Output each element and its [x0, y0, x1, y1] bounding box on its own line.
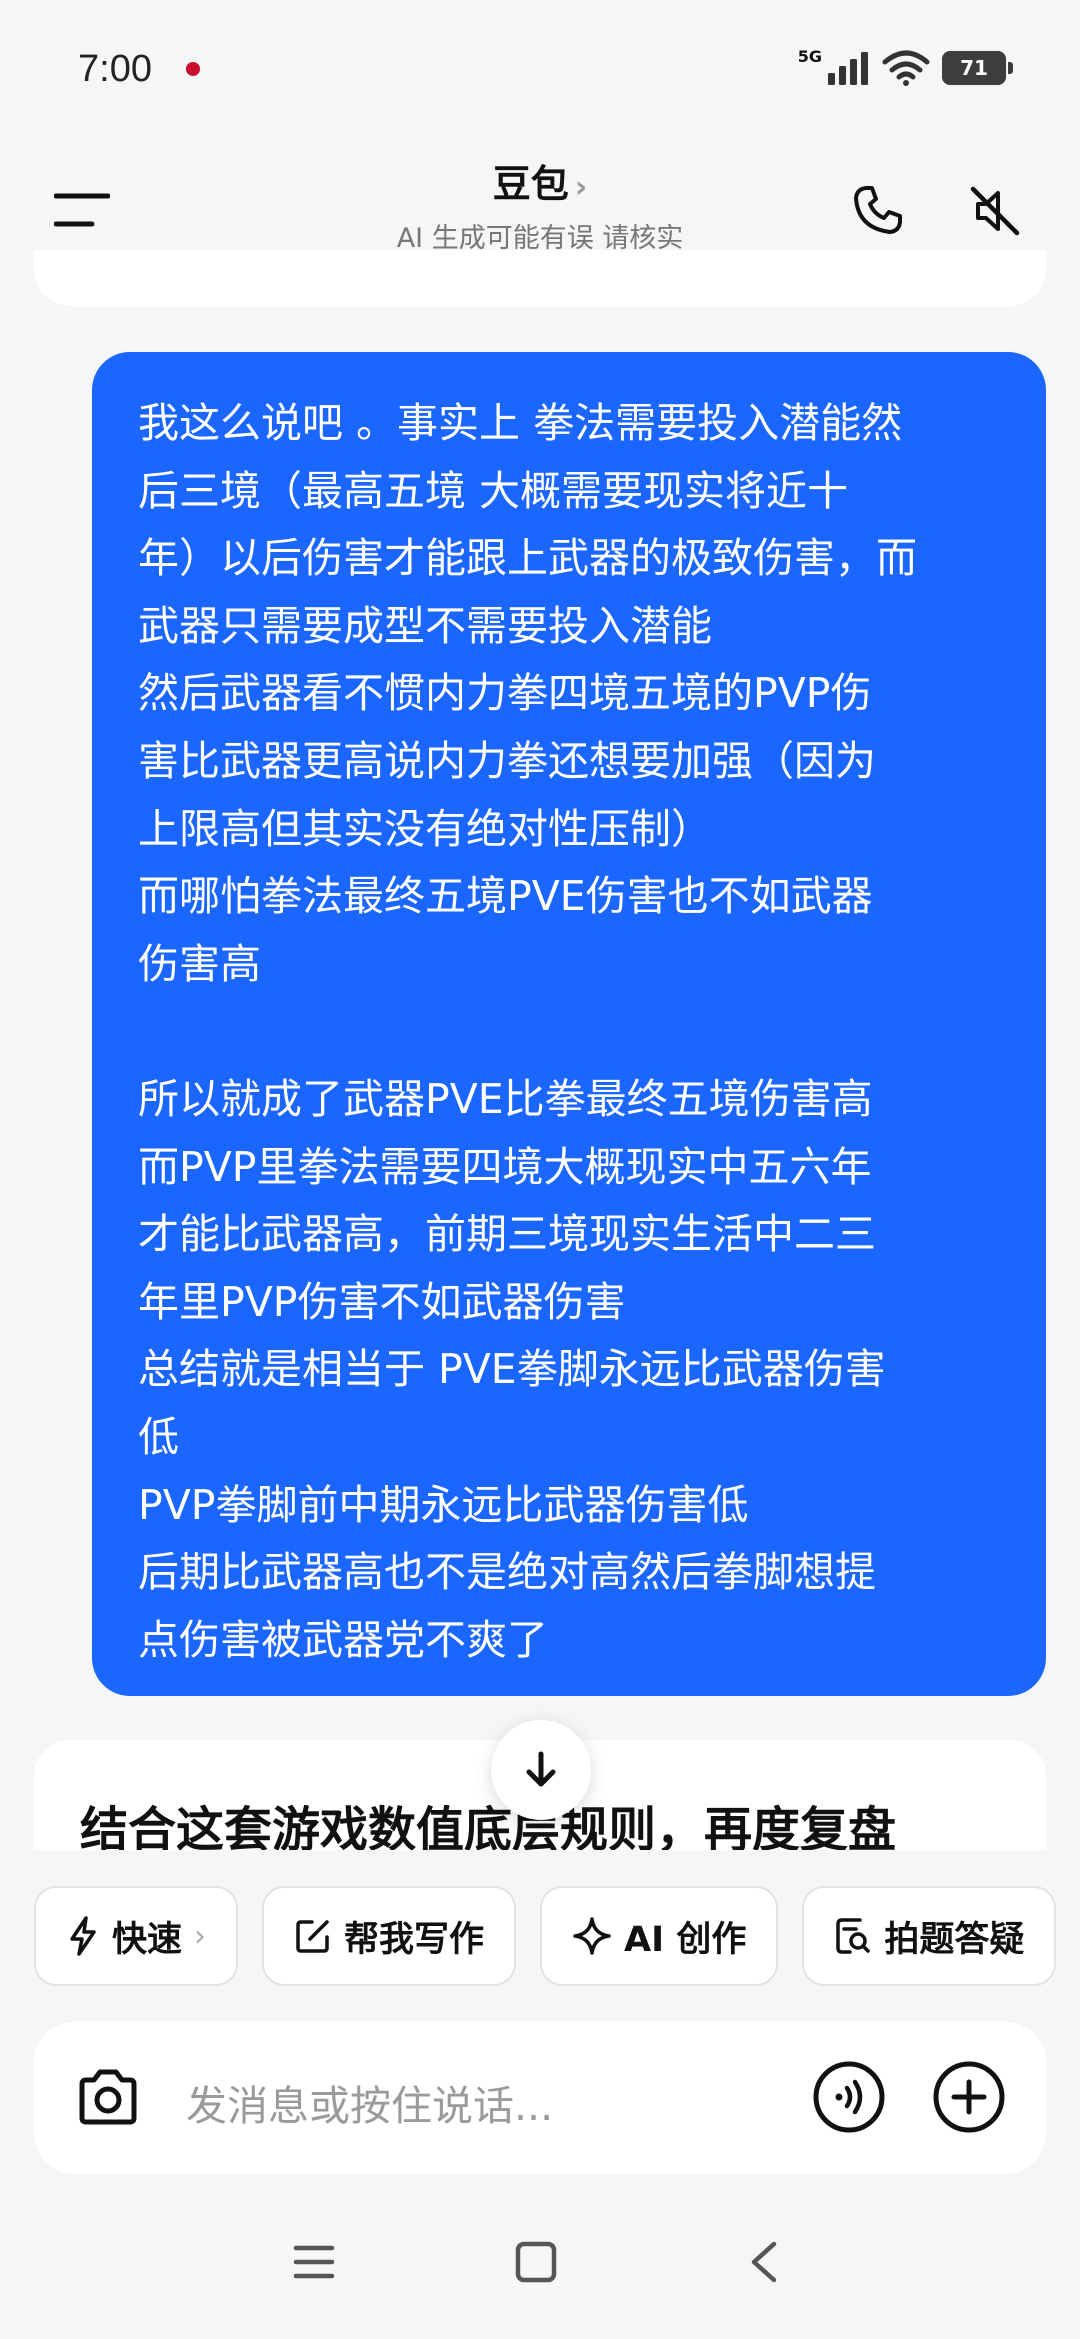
- message-line: 后期比武器高也不是绝对高然后拳脚想提: [138, 1548, 876, 1597]
- chip-quick[interactable]: 快速 ›: [34, 1886, 239, 1986]
- user-message-bubble[interactable]: 我这么说吧 。事实上 拳法需要投入潜能然 后三境（最高五境 大概需要现实将近十 …: [92, 352, 1046, 1696]
- network-type: 5G: [797, 46, 822, 66]
- edit-icon: [296, 1920, 329, 1953]
- status-bar: 7:00 5G 71: [0, 0, 1080, 140]
- chip-label: 拍题答疑: [884, 1919, 1025, 1960]
- message-line: 而哪怕拳法最终五境PVE伤害也不如武器: [138, 872, 873, 921]
- message-line: PVP拳脚前中期永远比武器伤害低: [138, 1480, 749, 1529]
- status-time: 7:00: [78, 48, 152, 90]
- wifi-icon: [882, 50, 930, 86]
- message-line: 伤害高: [138, 939, 261, 988]
- voice-call-icon[interactable]: [812, 2060, 886, 2134]
- phone-call-icon[interactable]: [852, 184, 904, 236]
- message-line: 后三境（最高五境 大概需要现实将近十: [138, 466, 849, 515]
- message-line: 所以就成了武器PVE比拳最终五境伤害高: [138, 1074, 873, 1123]
- chat-title-block[interactable]: 豆包 › AI 生成可能有误 请核实: [0, 162, 1080, 255]
- notification-dot-icon: [186, 62, 200, 76]
- bot-name: 豆包: [492, 162, 569, 206]
- home-icon[interactable]: [514, 2240, 558, 2284]
- message-line: 才能比武器高，前期三境现实生活中二三: [138, 1210, 876, 1259]
- chip-help-write[interactable]: 帮我写作: [262, 1886, 517, 1986]
- message-line: [138, 998, 1000, 1066]
- message-line: 害比武器更高说内力拳还想要加强（因为: [138, 736, 876, 785]
- sparkle-icon: [573, 1917, 611, 1955]
- plus-icon[interactable]: [932, 2060, 1006, 2134]
- battery-indicator: 71: [942, 51, 1013, 85]
- lightning-icon: [70, 1916, 96, 1956]
- message-input[interactable]: 发消息或按住说话...: [186, 2072, 553, 2132]
- message-line: 然后武器看不惯内力拳四境五境的PVP伤: [138, 669, 872, 718]
- message-input-bar[interactable]: 发消息或按住说话...: [34, 2022, 1046, 2174]
- reply-heading: 结合这套游戏数值底层规则，再度复盘: [80, 1802, 897, 1850]
- previous-reply-card: [34, 250, 1046, 306]
- chip-ai-create[interactable]: AI 创作: [540, 1886, 779, 1986]
- signal-icon: [828, 52, 868, 85]
- chip-label: AI 创作: [624, 1919, 747, 1960]
- quick-action-chips: 快速 › 帮我写作 AI 创作 拍题答疑: [34, 1886, 1057, 1986]
- message-line: 我这么说吧 。事实上 拳法需要投入潜能然: [138, 399, 903, 447]
- ai-disclaimer: AI 生成可能有误 请核实: [396, 222, 684, 254]
- message-line: 武器只需要成型不需要投入潜能: [138, 601, 712, 650]
- scan-question-icon: [836, 1918, 871, 1954]
- status-icons: 5G 71: [797, 46, 1013, 88]
- chip-label: 快速: [112, 1919, 183, 1960]
- recent-apps-icon[interactable]: [292, 2240, 336, 2284]
- speaker-mute-icon[interactable]: [968, 184, 1022, 238]
- message-line: 低: [138, 1412, 179, 1461]
- message-line: 年里PVP伤害不如武器伤害: [138, 1277, 626, 1326]
- message-line: 上限高但其实没有绝对性压制）: [138, 804, 712, 853]
- chip-photo-question[interactable]: 拍题答疑: [802, 1886, 1057, 1986]
- chip-label: 帮我写作: [344, 1919, 485, 1960]
- system-navigation-bar: [0, 2220, 1080, 2339]
- message-line: 而PVP里拳法需要四境大概现实中五六年: [138, 1142, 872, 1191]
- arrow-down-icon: [526, 1751, 556, 1787]
- message-line: 总结就是相当于 PVE拳脚永远比武器伤害: [138, 1345, 886, 1394]
- chat-title[interactable]: 豆包 ›: [0, 162, 1080, 208]
- scroll-to-bottom-button[interactable]: [491, 1720, 591, 1820]
- chevron-right-icon: ›: [194, 1918, 207, 1954]
- message-line: 点伤害被武器党不爽了: [138, 1615, 548, 1664]
- message-line: 年）以后伤害才能跟上武器的极致伤害，而: [138, 534, 917, 583]
- camera-icon[interactable]: [74, 2066, 142, 2130]
- title-chevron-icon: ›: [574, 170, 588, 205]
- back-icon[interactable]: [742, 2240, 786, 2284]
